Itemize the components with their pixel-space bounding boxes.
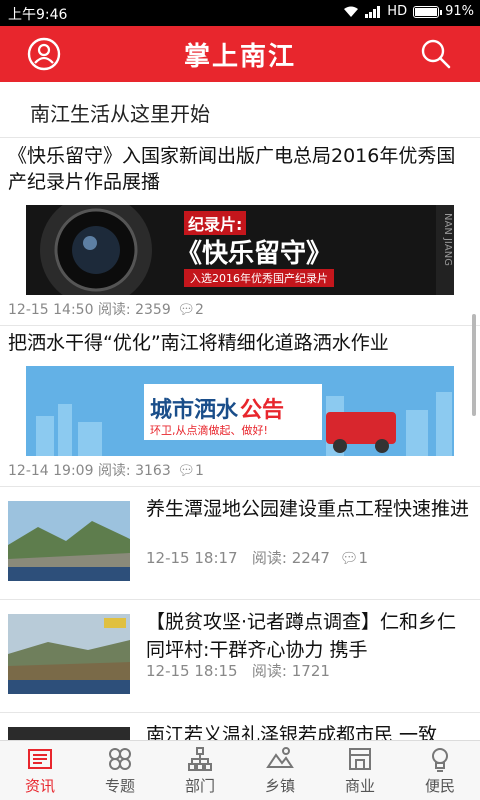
nav-label: 商业 xyxy=(344,777,375,795)
news-thumbnail xyxy=(8,727,130,740)
status-bar: 上午9:46 HD 91% xyxy=(0,0,480,26)
news-feed[interactable]: 《快乐留守》入国家新闻出版广电总局2016年优秀国产纪录片作品展播 纪录片: 《… xyxy=(0,139,480,740)
status-time: 上午9:46 xyxy=(8,7,68,23)
news-title: 【脱贫攻坚·记者蹲点调查】仁和乡仁同坪村:干群齐心协力 携手 xyxy=(146,611,457,661)
news-meta: 12-15 18:15 阅读: 1721 xyxy=(146,660,330,681)
battery-icon xyxy=(413,5,443,18)
news-item[interactable]: 南江若义温礼泽银若成都市民 一致 xyxy=(0,713,480,740)
news-reads: 1721 xyxy=(291,662,330,680)
scrollbar[interactable] xyxy=(472,314,476,416)
search-icon[interactable] xyxy=(418,36,454,72)
news-title: 养生潭湿地公园建设重点工程快速推进 xyxy=(146,498,470,520)
news-meta: 12-15 18:17 阅读: 2247 💬︎1 xyxy=(146,547,368,568)
nav-item-business[interactable]: 商业 xyxy=(320,741,400,800)
nav-item-topics[interactable]: 专题 xyxy=(80,741,160,800)
news-meta: 12-14 19:09 阅读: 3163 💬︎1 xyxy=(8,456,472,486)
news-reads-label: 阅读: xyxy=(251,549,287,567)
network-type: HD xyxy=(387,4,408,19)
nav-label: 便民 xyxy=(424,777,455,795)
news-comments: 1 xyxy=(358,549,369,567)
news-date: 12-14 19:09 xyxy=(8,463,94,479)
banner-main-a: 城市洒水 xyxy=(150,398,239,423)
news-item[interactable]: 《快乐留守》入国家新闻出版广电总局2016年优秀国产纪录片作品展播 纪录片: 《… xyxy=(0,139,480,326)
comment-icon: 💬︎ xyxy=(177,302,195,318)
department-icon xyxy=(188,747,212,771)
nav-label: 专题 xyxy=(104,777,135,795)
nav-item-department[interactable]: 部门 xyxy=(160,741,240,800)
news-thumbnail xyxy=(8,501,130,581)
news-date: 12-15 14:50 xyxy=(8,302,94,318)
banner-sub: 入选2016年优秀国产纪录片 xyxy=(184,269,334,287)
app-header: 掌上南江 xyxy=(0,26,480,82)
news-title: 把洒水干得“优化”南江将精细化道路洒水作业 xyxy=(8,332,389,354)
news-banner-image: 纪录片: 《快乐留守》 入选2016年优秀国产纪录片 NAN JIANG xyxy=(26,205,454,295)
comment-icon: 💬︎ xyxy=(339,549,359,567)
news-reads-label: 阅读: xyxy=(97,463,131,479)
topics-icon xyxy=(109,748,131,770)
comment-icon: 💬︎ xyxy=(177,463,195,479)
banner-sub: 环卫,从点滴做起、做好! xyxy=(150,424,268,437)
convenience-icon xyxy=(432,748,448,772)
news-meta: 12-15 14:50 阅读: 2359 💬︎2 xyxy=(8,295,472,325)
news-item[interactable]: 把洒水干得“优化”南江将精细化道路洒水作业 城市洒水 公告 环卫,从点滴做起、做… xyxy=(0,326,480,487)
news-date: 12-15 18:17 xyxy=(146,549,238,567)
park-thumbnail-graphic xyxy=(8,501,130,581)
app-title: 掌上南江 xyxy=(183,42,296,72)
township-icon xyxy=(266,747,294,768)
news-title: 《快乐留守》入国家新闻出版广电总局2016年优秀国产纪录片作品展播 xyxy=(8,145,456,193)
nav-item-news[interactable]: 资讯 xyxy=(0,741,80,800)
banner-main: 《快乐留守》 xyxy=(176,239,333,269)
bottom-nav: 资讯 专题 部门 乡镇 商业 便民 xyxy=(0,740,480,800)
news-reads: 3163 xyxy=(135,463,171,479)
banner-label: 纪录片: xyxy=(184,211,247,235)
slogan-text: 南江生活从这里开始 xyxy=(30,102,210,126)
wifi-icon xyxy=(344,6,359,17)
banner-main-b: 公告 xyxy=(240,398,285,423)
news-reads: 2359 xyxy=(135,302,171,318)
news-reads-label: 阅读: xyxy=(97,302,131,318)
news-comments: 2 xyxy=(194,302,204,318)
nav-item-convenience[interactable]: 便民 xyxy=(400,741,480,800)
nav-label: 资讯 xyxy=(24,777,55,795)
business-icon xyxy=(349,748,371,770)
news-icon xyxy=(28,749,52,769)
news-date: 12-15 18:15 xyxy=(146,662,238,680)
news-item[interactable]: 养生潭湿地公园建设重点工程快速推进 12-15 18:17 阅读: 2247 💬… xyxy=(0,487,480,600)
village-thumbnail-graphic xyxy=(8,614,130,694)
nav-label: 部门 xyxy=(184,777,215,795)
news-item[interactable]: 【脱贫攻坚·记者蹲点调查】仁和乡仁同坪村:干群齐心协力 携手 12-15 18:… xyxy=(0,600,480,713)
status-icons: HD 91% xyxy=(343,4,474,19)
nav-item-township[interactable]: 乡镇 xyxy=(240,741,320,800)
battery-percent: 91% xyxy=(445,4,474,19)
news-reads-label: 阅读: xyxy=(251,662,287,680)
slogan-banner: 南江生活从这里开始 xyxy=(0,82,480,138)
news-banner-image: 城市洒水 公告 环卫,从点滴做起、做好! xyxy=(26,366,454,456)
news-thumbnail xyxy=(8,614,130,694)
banner-side-text: NAN JIANG xyxy=(442,213,453,266)
news-comments: 1 xyxy=(194,463,204,479)
signal-icon xyxy=(365,5,381,18)
nav-label: 乡镇 xyxy=(264,777,295,795)
news-reads: 2247 xyxy=(291,549,330,567)
news-title: 南江若义温礼泽银若成都市民 一致 xyxy=(146,724,438,740)
